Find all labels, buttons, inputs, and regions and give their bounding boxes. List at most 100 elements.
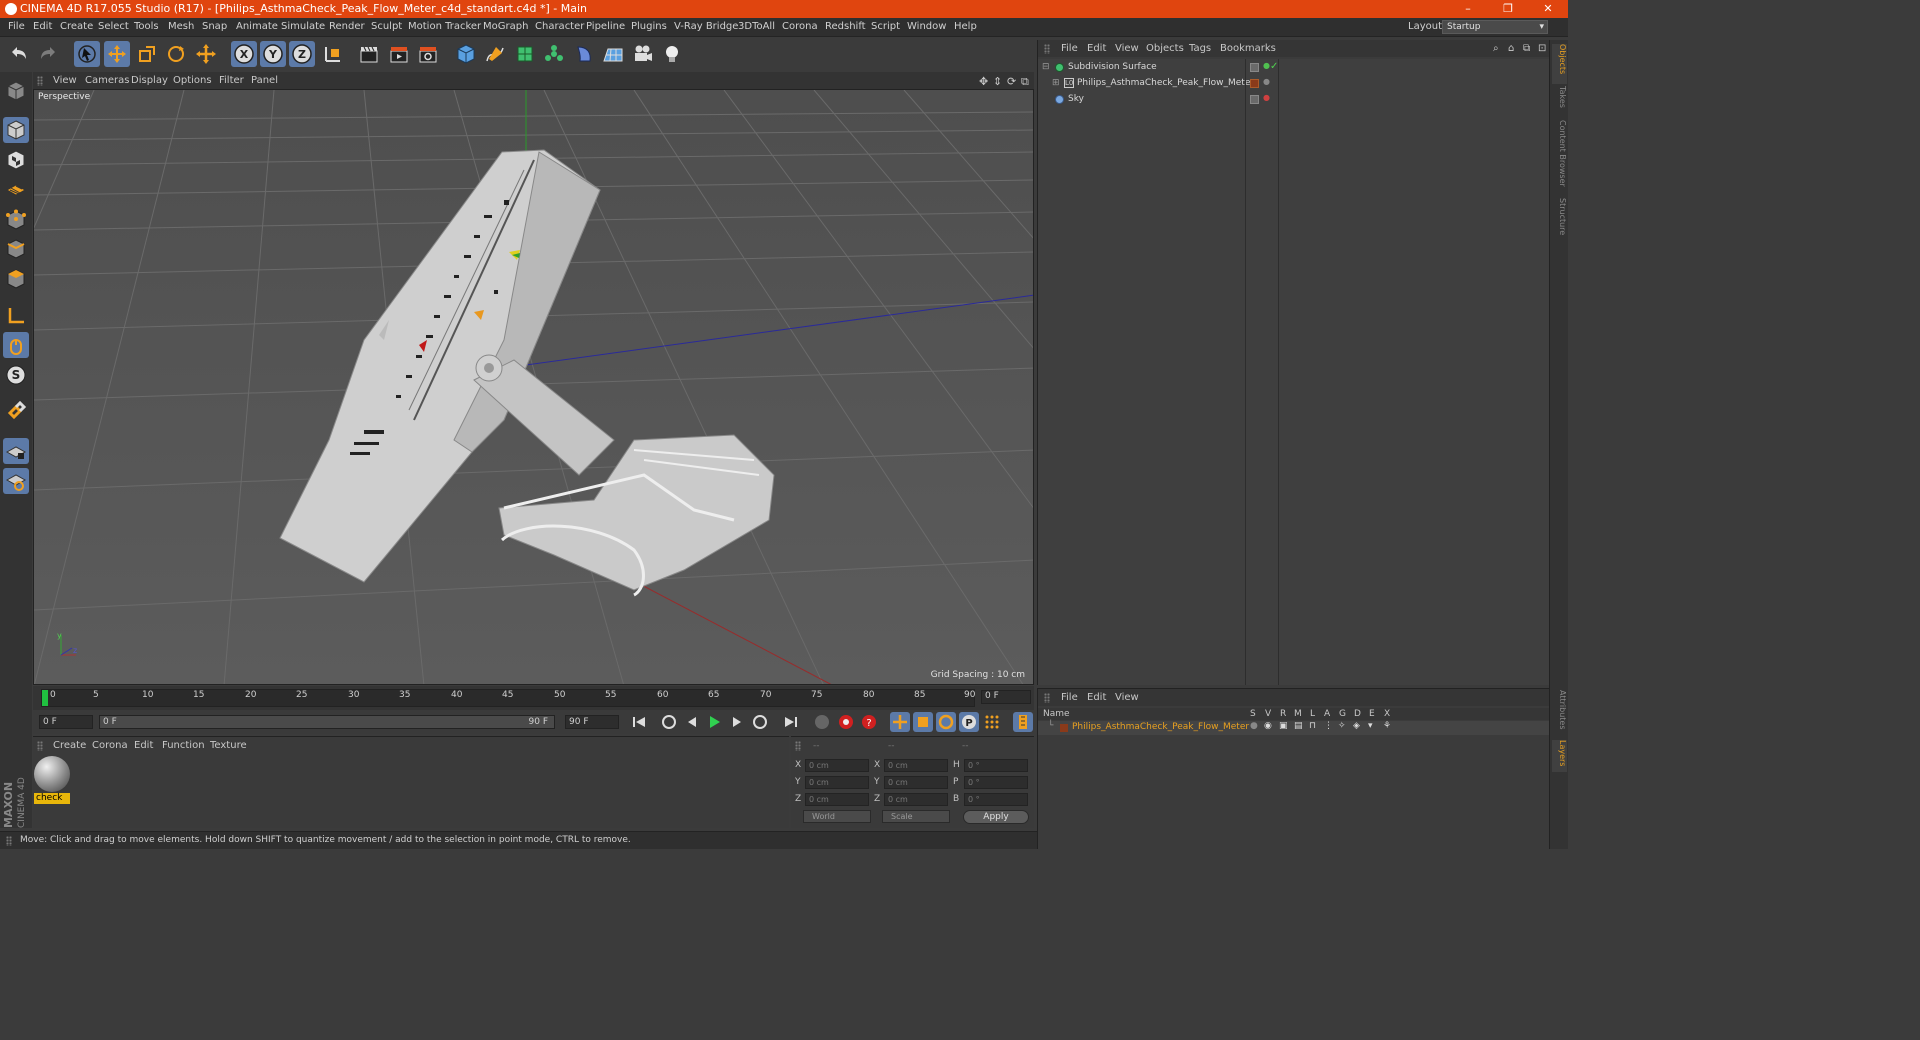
go-to-end-button[interactable] bbox=[781, 712, 801, 732]
rotate-tool[interactable] bbox=[163, 41, 189, 67]
menu-vray-bridge[interactable]: V-Ray Bridge bbox=[674, 21, 738, 32]
viewport-menu-filter[interactable]: Filter bbox=[219, 75, 244, 86]
eye-icon[interactable]: ◉ bbox=[1264, 721, 1272, 731]
viewport-move-icon[interactable]: ✥ bbox=[979, 75, 988, 88]
menu-mograph[interactable]: MoGraph bbox=[483, 21, 528, 32]
previous-key-button[interactable] bbox=[659, 712, 679, 732]
key-position-button[interactable] bbox=[890, 712, 910, 732]
edge-mode-button[interactable] bbox=[3, 236, 29, 262]
menu-create[interactable]: Create bbox=[60, 21, 93, 32]
add-deformer-button[interactable] bbox=[571, 41, 597, 67]
viewport-menu-panel[interactable]: Panel bbox=[251, 75, 278, 86]
undo-button[interactable] bbox=[6, 41, 32, 67]
collapse-icon[interactable]: ⊡ bbox=[1538, 43, 1546, 54]
polygon-mode-button[interactable] bbox=[3, 266, 29, 292]
viewport-menu-display[interactable]: Display bbox=[131, 75, 168, 86]
material-menu-corona[interactable]: Corona bbox=[92, 740, 128, 751]
add-spline-button[interactable] bbox=[482, 41, 508, 67]
scale-tool[interactable] bbox=[134, 41, 160, 67]
menu-simulate[interactable]: Simulate bbox=[281, 21, 325, 32]
add-array-button[interactable] bbox=[541, 41, 567, 67]
animation-toggle-icon[interactable]: ⋮ bbox=[1324, 721, 1333, 731]
viewport-maximize-icon[interactable]: ⧉ bbox=[1021, 75, 1029, 89]
animation-column-header[interactable]: A bbox=[1324, 709, 1330, 719]
add-camera-button[interactable] bbox=[630, 41, 656, 67]
tab-content-browser[interactable]: Content Browser bbox=[1552, 120, 1567, 190]
timeline-window-button[interactable] bbox=[1013, 712, 1033, 732]
tab-structure[interactable]: Structure bbox=[1552, 198, 1567, 240]
layers-menu-edit[interactable]: Edit bbox=[1087, 692, 1106, 703]
coordinate-system-button[interactable] bbox=[320, 41, 346, 67]
viewport-menu-cameras[interactable]: Cameras bbox=[85, 75, 129, 86]
solo-mode-button[interactable]: S bbox=[3, 362, 29, 388]
material-menu-function[interactable]: Function bbox=[162, 740, 205, 751]
menu-plugins[interactable]: Plugins bbox=[631, 21, 667, 32]
expand-toggle-icon[interactable]: ⊞ bbox=[1052, 78, 1060, 88]
menu-pipeline[interactable]: Pipeline bbox=[586, 21, 625, 32]
live-selection-tool[interactable] bbox=[74, 41, 100, 67]
size-y-field[interactable]: 0 cm bbox=[884, 776, 948, 789]
menu-3dtoall[interactable]: 3DToAll bbox=[738, 21, 775, 32]
layer-row[interactable]: └ Philips_AsthmaCheck_Peak_Flow_Meter ● … bbox=[1038, 721, 1550, 735]
playhead-marker[interactable] bbox=[42, 690, 48, 706]
lock-icon[interactable]: ⊓ bbox=[1309, 721, 1316, 731]
menu-script[interactable]: Script bbox=[871, 21, 900, 32]
planar-workplane-button[interactable] bbox=[3, 468, 29, 494]
menu-select[interactable]: Select bbox=[98, 21, 129, 32]
key-parameter-button[interactable]: P bbox=[959, 712, 979, 732]
menu-motion-tracker[interactable]: Motion Tracker bbox=[408, 21, 481, 32]
position-y-field[interactable]: 0 cm bbox=[805, 776, 869, 789]
render-settings-button[interactable] bbox=[415, 41, 441, 67]
make-editable-button[interactable] bbox=[3, 78, 29, 104]
render-view-button[interactable] bbox=[356, 41, 382, 67]
xref-toggle-icon[interactable]: ⚘ bbox=[1383, 721, 1391, 731]
layer-tag-icon[interactable] bbox=[1250, 95, 1259, 104]
tab-takes[interactable]: Takes bbox=[1552, 86, 1567, 116]
add-cube-button[interactable] bbox=[453, 41, 479, 67]
menu-mesh[interactable]: Mesh bbox=[168, 21, 194, 32]
visibility-dot-icon[interactable]: ● bbox=[1263, 93, 1270, 102]
add-light-button[interactable] bbox=[659, 41, 685, 67]
timeline-ruler[interactable]: 0 5 10 15 20 25 30 35 40 45 50 55 60 65 … bbox=[41, 689, 975, 707]
menu-help[interactable]: Help bbox=[954, 21, 977, 32]
model-mode-button[interactable] bbox=[3, 117, 29, 143]
menu-redshift[interactable]: Redshift bbox=[825, 21, 866, 32]
layout-dropdown[interactable]: Startup ▾ bbox=[1442, 20, 1548, 34]
layers-menu-view[interactable]: View bbox=[1115, 692, 1139, 703]
generators-column-header[interactable]: G bbox=[1339, 709, 1346, 719]
menu-tools[interactable]: Tools bbox=[134, 21, 159, 32]
render-column-header[interactable]: R bbox=[1280, 709, 1286, 719]
x-axis-lock-button[interactable]: X bbox=[231, 41, 257, 67]
preview-range-slider[interactable]: 0 F 90 F bbox=[99, 715, 555, 729]
viewport-menu-view[interactable]: View bbox=[53, 75, 77, 86]
menu-edit[interactable]: Edit bbox=[33, 21, 52, 32]
column-divider[interactable] bbox=[1245, 59, 1246, 685]
view-column-header[interactable]: V bbox=[1265, 709, 1271, 719]
new-window-icon[interactable]: ⧉ bbox=[1523, 43, 1530, 54]
tab-objects[interactable]: Objects bbox=[1552, 44, 1567, 84]
menu-sculpt[interactable]: Sculpt bbox=[371, 21, 402, 32]
layer-name[interactable]: Philips_AsthmaCheck_Peak_Flow_Meter bbox=[1072, 722, 1249, 732]
solo-column-header[interactable]: S bbox=[1250, 709, 1256, 719]
layer-tag-icon[interactable] bbox=[1250, 63, 1259, 72]
material-menu-create[interactable]: Create bbox=[53, 740, 86, 751]
workplane-lock-button[interactable] bbox=[3, 438, 29, 464]
perspective-viewport[interactable]: Perspective y z Grid Spacing : 10 cm bbox=[33, 89, 1034, 685]
deformer-toggle-icon[interactable]: ◈ bbox=[1353, 721, 1360, 731]
key-pla-button[interactable] bbox=[982, 712, 1002, 732]
rotation-p-field[interactable]: 0 ° bbox=[964, 776, 1028, 789]
solo-toggle-icon[interactable]: ● bbox=[1250, 721, 1258, 731]
rotation-h-field[interactable]: 0 ° bbox=[964, 759, 1028, 772]
menu-window[interactable]: Window bbox=[907, 21, 946, 32]
move-tool[interactable] bbox=[104, 41, 130, 67]
objects-menu-edit[interactable]: Edit bbox=[1087, 43, 1106, 54]
start-frame-field[interactable]: 0 F bbox=[39, 715, 93, 729]
key-scale-button[interactable] bbox=[913, 712, 933, 732]
visibility-dot-icon[interactable]: ● bbox=[1263, 61, 1270, 70]
generator-toggle-icon[interactable]: ✧ bbox=[1338, 721, 1346, 731]
manager-column-header[interactable]: M bbox=[1294, 709, 1302, 719]
play-button[interactable] bbox=[704, 712, 724, 732]
expression-toggle-icon[interactable]: ▾ bbox=[1368, 721, 1373, 731]
y-axis-lock-button[interactable]: Y bbox=[260, 41, 286, 67]
z-axis-lock-button[interactable]: Z bbox=[289, 41, 315, 67]
